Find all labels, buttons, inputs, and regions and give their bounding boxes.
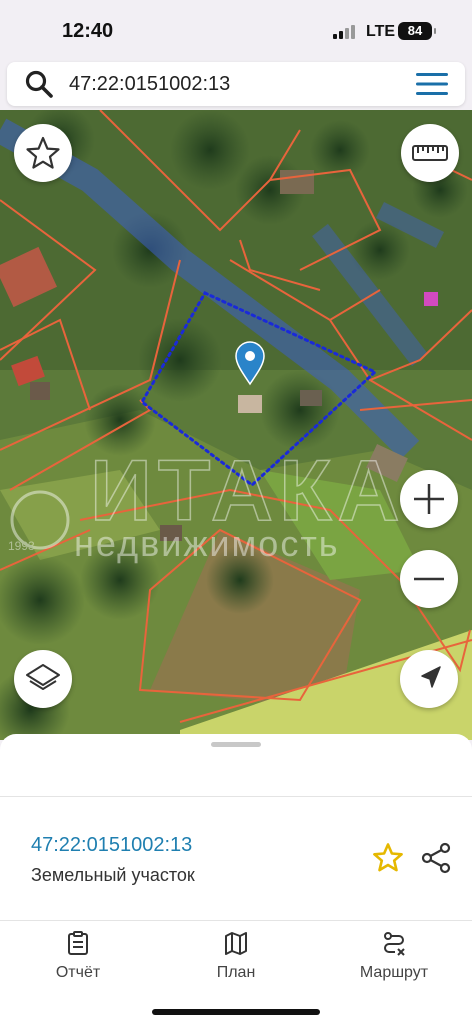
share-icon[interactable] bbox=[418, 840, 454, 876]
network-type: LTE bbox=[366, 23, 396, 40]
divider bbox=[0, 920, 472, 921]
layers-icon bbox=[26, 664, 60, 690]
cellular-signal-icon bbox=[333, 25, 357, 39]
star-icon bbox=[26, 136, 60, 169]
tab-plan[interactable]: План bbox=[166, 930, 306, 990]
battery-level: 84 bbox=[407, 23, 423, 38]
my-location-button[interactable] bbox=[400, 650, 458, 708]
tab-report-label: Отчёт bbox=[55, 964, 101, 981]
search-input[interactable]: 47:22:0151002:13 bbox=[69, 73, 230, 96]
parcel-id-link[interactable]: 47:22:0151002:13 bbox=[31, 834, 192, 857]
zoom-in-button[interactable] bbox=[400, 470, 458, 528]
favorite-map-button[interactable] bbox=[14, 124, 72, 182]
map-plan-icon bbox=[225, 932, 247, 955]
zoom-out-button[interactable] bbox=[400, 550, 458, 608]
ruler-icon bbox=[412, 145, 448, 161]
search-icon[interactable] bbox=[23, 68, 55, 100]
parcel-type-label: Земельный участок bbox=[31, 865, 195, 885]
hamburger-menu-icon[interactable] bbox=[415, 71, 449, 97]
watermark-year: 1993 bbox=[8, 539, 35, 553]
map-canvas[interactable]: 1993 ИТАКА недвижимость bbox=[0, 110, 472, 740]
favorite-star-icon[interactable] bbox=[370, 840, 406, 876]
tab-route[interactable]: Маршрут bbox=[324, 930, 464, 990]
layers-button[interactable] bbox=[14, 650, 72, 708]
zoom-in-icon bbox=[414, 484, 444, 514]
tab-report[interactable]: Отчёт bbox=[8, 930, 148, 990]
report-clipboard-icon bbox=[68, 931, 88, 955]
tab-plan-label: План bbox=[216, 964, 256, 981]
satellite-map[interactable]: 1993 ИТАКА недвижимость bbox=[0, 110, 472, 740]
status-time: 12:40 bbox=[62, 20, 114, 42]
divider bbox=[0, 796, 472, 797]
search-bar[interactable]: 47:22:0151002:13 bbox=[7, 62, 465, 106]
route-icon bbox=[384, 932, 405, 956]
battery-icon: 84 bbox=[398, 22, 436, 40]
zoom-out-icon bbox=[414, 577, 444, 581]
home-indicator[interactable] bbox=[152, 1009, 320, 1015]
status-bar: 12:40 LTE 84 bbox=[0, 0, 472, 62]
tab-route-label: Маршрут bbox=[359, 964, 429, 981]
location-arrow-icon bbox=[421, 666, 441, 688]
watermark-text: недвижимость bbox=[74, 523, 340, 564]
sheet-drag-handle[interactable] bbox=[211, 742, 261, 747]
ruler-button[interactable] bbox=[401, 124, 459, 182]
